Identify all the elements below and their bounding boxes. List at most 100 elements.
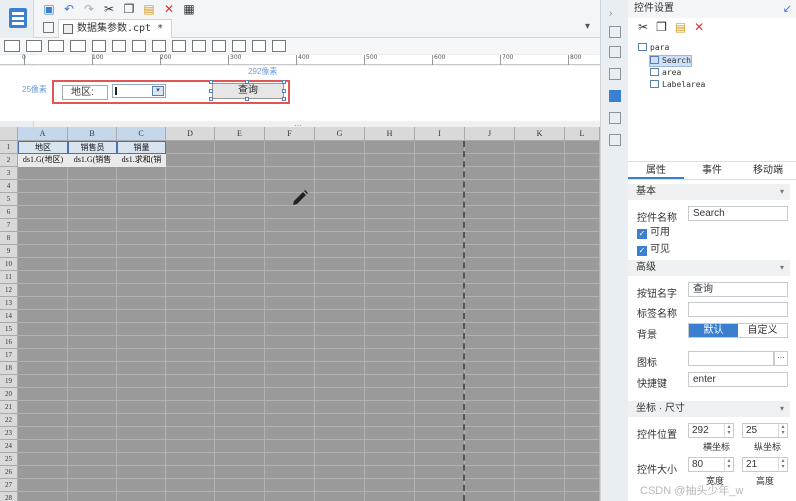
background-default-option[interactable]: 默认 <box>689 324 738 337</box>
icon-field[interactable] <box>688 351 774 366</box>
column-header-e[interactable]: E <box>215 127 265 141</box>
textbox-widget-icon[interactable] <box>26 40 42 52</box>
width-stepper[interactable]: 80 ▴ ▾ <box>688 457 734 472</box>
condition-attributes-icon[interactable] <box>609 112 621 124</box>
row-header-13[interactable]: 13 <box>0 297 18 310</box>
row-header-4[interactable]: 4 <box>0 180 18 193</box>
column-header-j[interactable]: J <box>465 127 515 141</box>
calendar-widget-icon[interactable] <box>112 40 126 52</box>
parameter-panel[interactable]: 292像素 25像素 地区: ▾ 查询 <box>0 66 600 121</box>
cell-attributes-icon[interactable] <box>609 46 621 58</box>
tab-mobile[interactable]: 移动端 <box>740 162 796 179</box>
background-custom-option[interactable]: 自定义 <box>738 324 787 337</box>
row-header-6[interactable]: 6 <box>0 206 18 219</box>
undo-icon[interactable]: ↶ <box>62 2 76 16</box>
area-combobox[interactable]: ▾ <box>112 84 166 98</box>
column-header-l[interactable]: L <box>565 127 600 141</box>
tab-properties[interactable]: 属性 <box>628 162 684 179</box>
tab-list-dropdown-icon[interactable]: ▾ <box>585 21 590 32</box>
row-header-26[interactable]: 26 <box>0 466 18 479</box>
row-header-12[interactable]: 12 <box>0 284 18 297</box>
row-header-5[interactable]: 5 <box>0 193 18 206</box>
row-header-2[interactable]: 2 <box>0 154 18 167</box>
row-header-24[interactable]: 24 <box>0 440 18 453</box>
row-header-23[interactable]: 23 <box>0 427 18 440</box>
row-header-22[interactable]: 22 <box>0 414 18 427</box>
data-cell-a2[interactable]: ds1.G(地区) <box>18 154 68 167</box>
cell-properties-icon[interactable] <box>609 26 621 38</box>
stepper-arrows-icon[interactable]: ▴ ▾ <box>778 458 787 471</box>
resize-handle[interactable] <box>245 97 249 101</box>
row-header-16[interactable]: 16 <box>0 336 18 349</box>
visible-checkbox[interactable]: ✓ 可见 <box>637 244 670 256</box>
shortcut-field[interactable]: enter <box>688 372 788 387</box>
cut-icon[interactable]: ✂ <box>102 2 116 16</box>
delete-icon[interactable]: ✕ <box>162 2 176 16</box>
delete-icon[interactable]: ✕ <box>694 20 704 34</box>
copy-icon[interactable]: ❐ <box>122 2 136 16</box>
save-icon[interactable]: ▣ <box>42 2 56 16</box>
tab-events[interactable]: 事件 <box>684 162 740 179</box>
data-cell-b2[interactable]: ds1.G(销售 <box>68 154 117 167</box>
header-cell-b1[interactable]: 销售员 <box>68 141 117 154</box>
section-basic[interactable]: 基本 ▾ <box>628 184 790 200</box>
column-header-k[interactable]: K <box>515 127 565 141</box>
paste-icon[interactable]: ▤ <box>142 2 156 16</box>
resize-handle[interactable] <box>282 80 286 84</box>
tree-item-search[interactable]: Search <box>649 55 692 67</box>
more-widgets-icon[interactable] <box>272 40 286 52</box>
tree-item-labelarea[interactable]: Labelarea <box>650 80 705 90</box>
label-widget-icon[interactable] <box>4 40 20 52</box>
row-header-8[interactable]: 8 <box>0 232 18 245</box>
row-header-21[interactable]: 21 <box>0 401 18 414</box>
position-x-stepper[interactable]: 292 ▴ ▾ <box>688 423 734 438</box>
designer-logo-icon[interactable] <box>9 8 27 28</box>
header-cell-a1[interactable]: 地区 <box>18 141 68 154</box>
float-element-icon[interactable] <box>609 68 621 80</box>
row-header-1[interactable]: 1 <box>0 141 18 154</box>
resize-handle[interactable] <box>282 89 286 93</box>
resize-handle[interactable] <box>209 89 213 93</box>
row-header-14[interactable]: 14 <box>0 310 18 323</box>
grid-icon[interactable] <box>43 22 54 33</box>
resize-handle[interactable] <box>282 97 286 101</box>
tree-widget-icon[interactable] <box>232 40 246 52</box>
report-sheet[interactable]: A B C D E F G H I J K L 1 2 3 4 5 6 7 8 9 10 11 12 13 14 15 16 17 18 1… <box>0 127 600 501</box>
row-header-28[interactable]: 28 <box>0 492 18 501</box>
column-header-g[interactable]: G <box>315 127 365 141</box>
column-header-i[interactable]: I <box>415 127 465 141</box>
row-header-18[interactable]: 18 <box>0 362 18 375</box>
row-header-7[interactable]: 7 <box>0 219 18 232</box>
preview-icon[interactable]: ▦ <box>182 2 196 16</box>
button-name-field[interactable]: 查询 <box>688 282 788 297</box>
button-widget-icon[interactable] <box>48 40 64 52</box>
tree-item-area[interactable]: area <box>650 68 681 78</box>
area-label[interactable]: 地区: <box>62 85 108 100</box>
position-y-stepper[interactable]: 25 ▴ ▾ <box>742 423 788 438</box>
radio-group-icon[interactable] <box>172 40 186 52</box>
collapse-icon[interactable]: ↙ <box>783 2 792 15</box>
height-stepper[interactable]: 21 ▴ ▾ <box>742 457 788 472</box>
number-widget-icon[interactable] <box>192 40 206 52</box>
row-header-3[interactable]: 3 <box>0 167 18 180</box>
hyperlink-icon[interactable] <box>609 134 621 146</box>
column-header-a[interactable]: A <box>18 127 68 141</box>
column-header-d[interactable]: D <box>166 127 215 141</box>
stepper-arrows-icon[interactable]: ▴ ▾ <box>778 424 787 437</box>
cut-icon[interactable]: ✂ <box>638 20 648 34</box>
data-cell-c2[interactable]: ds1.求和(销 <box>117 154 166 167</box>
section-coords[interactable]: 坐标 · 尺寸 ▾ <box>628 401 790 417</box>
header-cell-c1[interactable]: 销量 <box>117 141 166 154</box>
column-header-c[interactable]: C <box>117 127 166 141</box>
row-header-9[interactable]: 9 <box>0 245 18 258</box>
stepper-arrows-icon[interactable]: ▴ ▾ <box>724 458 733 471</box>
combobox-widget-icon[interactable] <box>70 40 86 52</box>
date-widget-icon[interactable] <box>92 40 106 52</box>
row-header-19[interactable]: 19 <box>0 375 18 388</box>
paste-icon[interactable]: ▤ <box>675 20 686 34</box>
tag-name-field[interactable] <box>688 302 788 317</box>
column-header-b[interactable]: B <box>68 127 117 141</box>
resize-handle[interactable] <box>245 80 249 84</box>
image-widget-icon[interactable] <box>252 40 266 52</box>
sheet-corner[interactable] <box>0 127 18 141</box>
